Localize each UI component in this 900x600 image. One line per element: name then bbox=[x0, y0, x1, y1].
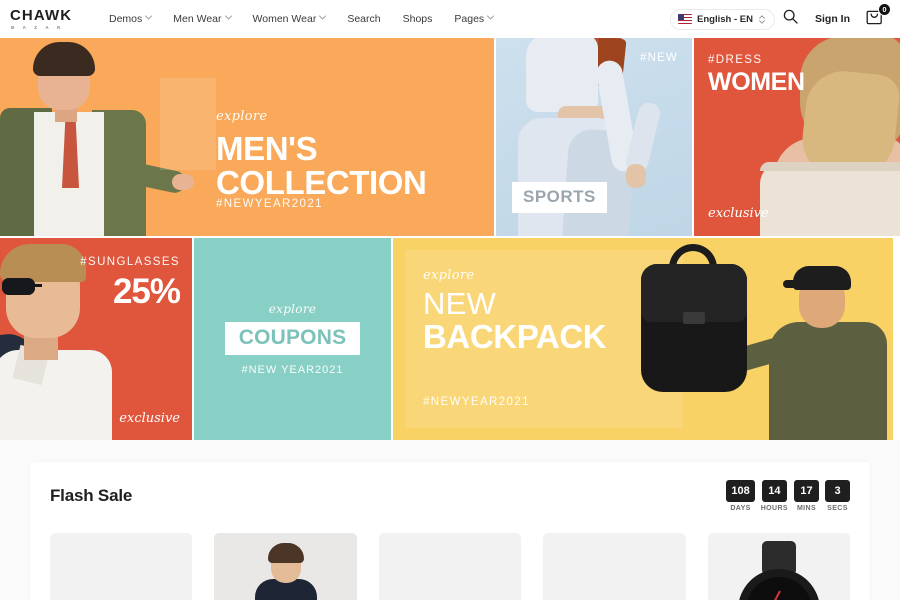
countdown-label: SECS bbox=[827, 505, 848, 512]
product-card[interactable] bbox=[543, 533, 686, 600]
banner-label: COUPONS bbox=[238, 326, 347, 349]
product-image-model-sweater bbox=[214, 533, 357, 600]
product-card[interactable] bbox=[214, 533, 357, 600]
nav-label: Women Wear bbox=[252, 13, 317, 25]
site-logo[interactable]: CHAWK B A Z A R bbox=[10, 7, 82, 30]
banner-eyebrow: explore bbox=[423, 268, 475, 283]
page-content: Flash Sale 108 DAYS 14 HOURS 17 MINS 3 S… bbox=[0, 440, 900, 600]
chevron-down-icon bbox=[319, 15, 327, 21]
cart-button[interactable]: 0 bbox=[860, 3, 891, 33]
banner-coupons[interactable]: explore COUPONS #NEW YEAR2021 bbox=[194, 238, 391, 440]
banner-hashtag: #NEW YEAR2021 bbox=[241, 364, 344, 376]
chevron-down-icon bbox=[224, 15, 232, 21]
chevron-down-icon bbox=[487, 15, 495, 21]
countdown-value: 14 bbox=[761, 480, 787, 502]
countdown-timer: 108 DAYS 14 HOURS 17 MINS 3 SECS bbox=[726, 480, 850, 512]
banner-title-light: NEW bbox=[423, 286, 496, 321]
countdown-label: MINS bbox=[796, 505, 817, 512]
us-flag-icon bbox=[678, 14, 693, 24]
banner-hashtag: #NEWYEAR2021 bbox=[216, 198, 323, 210]
banner-title-line2: COLLECTION bbox=[216, 163, 427, 201]
countdown-unit-hours: 14 HOURS bbox=[761, 480, 788, 512]
coupons-label-box: COUPONS bbox=[224, 322, 361, 355]
product-list bbox=[50, 533, 851, 600]
banner-sunglasses[interactable]: #SUNGLASSES 25% exclusive bbox=[0, 238, 192, 440]
product-image-orange-item bbox=[543, 533, 686, 600]
logo-text-main: CHAWK bbox=[10, 7, 73, 25]
banner-row-top: explore MEN'S COLLECTION #NEWYEAR2021 #N… bbox=[0, 38, 900, 236]
nav-item-women-wear[interactable]: Women Wear bbox=[242, 9, 337, 29]
nav-item-demos[interactable]: Demos bbox=[98, 9, 162, 29]
nav-label: Search bbox=[347, 13, 381, 25]
search-icon bbox=[783, 9, 798, 29]
section-title: Flash Sale bbox=[50, 486, 133, 505]
banner-sports[interactable]: #NEW SPORTS bbox=[496, 38, 692, 236]
nav-label: Demos bbox=[109, 13, 143, 25]
chevron-updown-icon bbox=[759, 14, 765, 24]
banner-label: SPORTS bbox=[523, 187, 596, 206]
language-selector[interactable]: English - EN bbox=[670, 8, 775, 30]
countdown-unit-days: 108 DAYS bbox=[726, 480, 755, 512]
flash-sale-section: Flash Sale 108 DAYS 14 HOURS 17 MINS 3 S… bbox=[30, 462, 870, 600]
banner-row-bottom: #SUNGLASSES 25% exclusive explore COUPON… bbox=[0, 238, 900, 440]
search-button[interactable] bbox=[775, 4, 805, 34]
countdown-value: 17 bbox=[794, 480, 819, 502]
sign-in-button[interactable]: Sign In bbox=[805, 13, 860, 25]
nav-label: Shops bbox=[402, 13, 433, 25]
banner-eyebrow: explore bbox=[216, 109, 268, 124]
banner-title-line1: MEN'S bbox=[216, 130, 318, 167]
product-card[interactable] bbox=[378, 533, 522, 600]
banner-women-dress[interactable]: #DRESS WOMEN exclusive bbox=[694, 38, 900, 236]
banner-title: WOMEN bbox=[708, 68, 805, 96]
nav-item-shops[interactable]: Shops bbox=[392, 9, 444, 29]
nav-item-search[interactable]: Search bbox=[336, 9, 391, 29]
product-image-sneaker bbox=[378, 533, 522, 600]
banner-hashtag: #NEW bbox=[639, 52, 678, 64]
banner-hashtag: #DRESS bbox=[708, 54, 763, 66]
sunglasses-icon bbox=[2, 278, 78, 295]
flash-sale-header: Flash Sale 108 DAYS 14 HOURS 17 MINS 3 S… bbox=[50, 480, 850, 516]
banner-mens-collection[interactable]: explore MEN'S COLLECTION #NEWYEAR2021 bbox=[0, 38, 494, 236]
product-image-smartwatch bbox=[707, 533, 851, 600]
decorative-tile bbox=[160, 78, 216, 170]
countdown-label: HOURS bbox=[760, 505, 788, 512]
banner-title-bold: BACKPACK bbox=[423, 318, 607, 355]
main-navigation: Demos Men Wear Women Wear Search Shops P… bbox=[98, 9, 504, 29]
chevron-down-icon bbox=[145, 15, 153, 21]
nav-label: Men Wear bbox=[173, 13, 222, 25]
banner-discount-percent: 25% bbox=[112, 272, 181, 311]
nav-item-pages[interactable]: Pages bbox=[443, 9, 504, 29]
product-image-shoes bbox=[50, 533, 193, 600]
countdown-unit-secs: 3 SECS bbox=[825, 480, 850, 512]
banner-hashtag: #NEWYEAR2021 bbox=[423, 396, 530, 408]
site-header: CHAWK B A Z A R Demos Men Wear Women Wea… bbox=[0, 0, 900, 38]
product-card[interactable] bbox=[50, 533, 193, 600]
countdown-value: 108 bbox=[726, 480, 755, 502]
banner-title: MEN'S COLLECTION bbox=[216, 130, 427, 201]
nav-label: Pages bbox=[454, 13, 485, 25]
banner-exclusive-label: exclusive bbox=[708, 206, 769, 221]
banner-exclusive-label: exclusive bbox=[119, 411, 180, 426]
logo-text-sub: B A Z A R bbox=[11, 24, 64, 30]
header-actions: English - EN Sign In 0 bbox=[670, 3, 891, 34]
language-label: English - EN bbox=[697, 13, 753, 25]
banner-eyebrow: explore bbox=[268, 302, 317, 316]
banner-hashtag: #SUNGLASSES bbox=[80, 256, 180, 268]
promo-banner-grid: explore MEN'S COLLECTION #NEWYEAR2021 #N… bbox=[0, 38, 900, 440]
countdown-label: DAYS bbox=[730, 505, 751, 512]
countdown-value: 3 bbox=[825, 480, 850, 502]
countdown-unit-mins: 17 MINS bbox=[794, 480, 819, 512]
banner-new-backpack[interactable]: explore NEW BACKPACK #NEWYEAR2021 bbox=[393, 238, 893, 440]
nav-item-men-wear[interactable]: Men Wear bbox=[162, 9, 241, 29]
cart-count-badge: 0 bbox=[878, 3, 891, 16]
sports-label-box: SPORTS bbox=[512, 182, 607, 213]
product-card[interactable] bbox=[707, 533, 851, 600]
